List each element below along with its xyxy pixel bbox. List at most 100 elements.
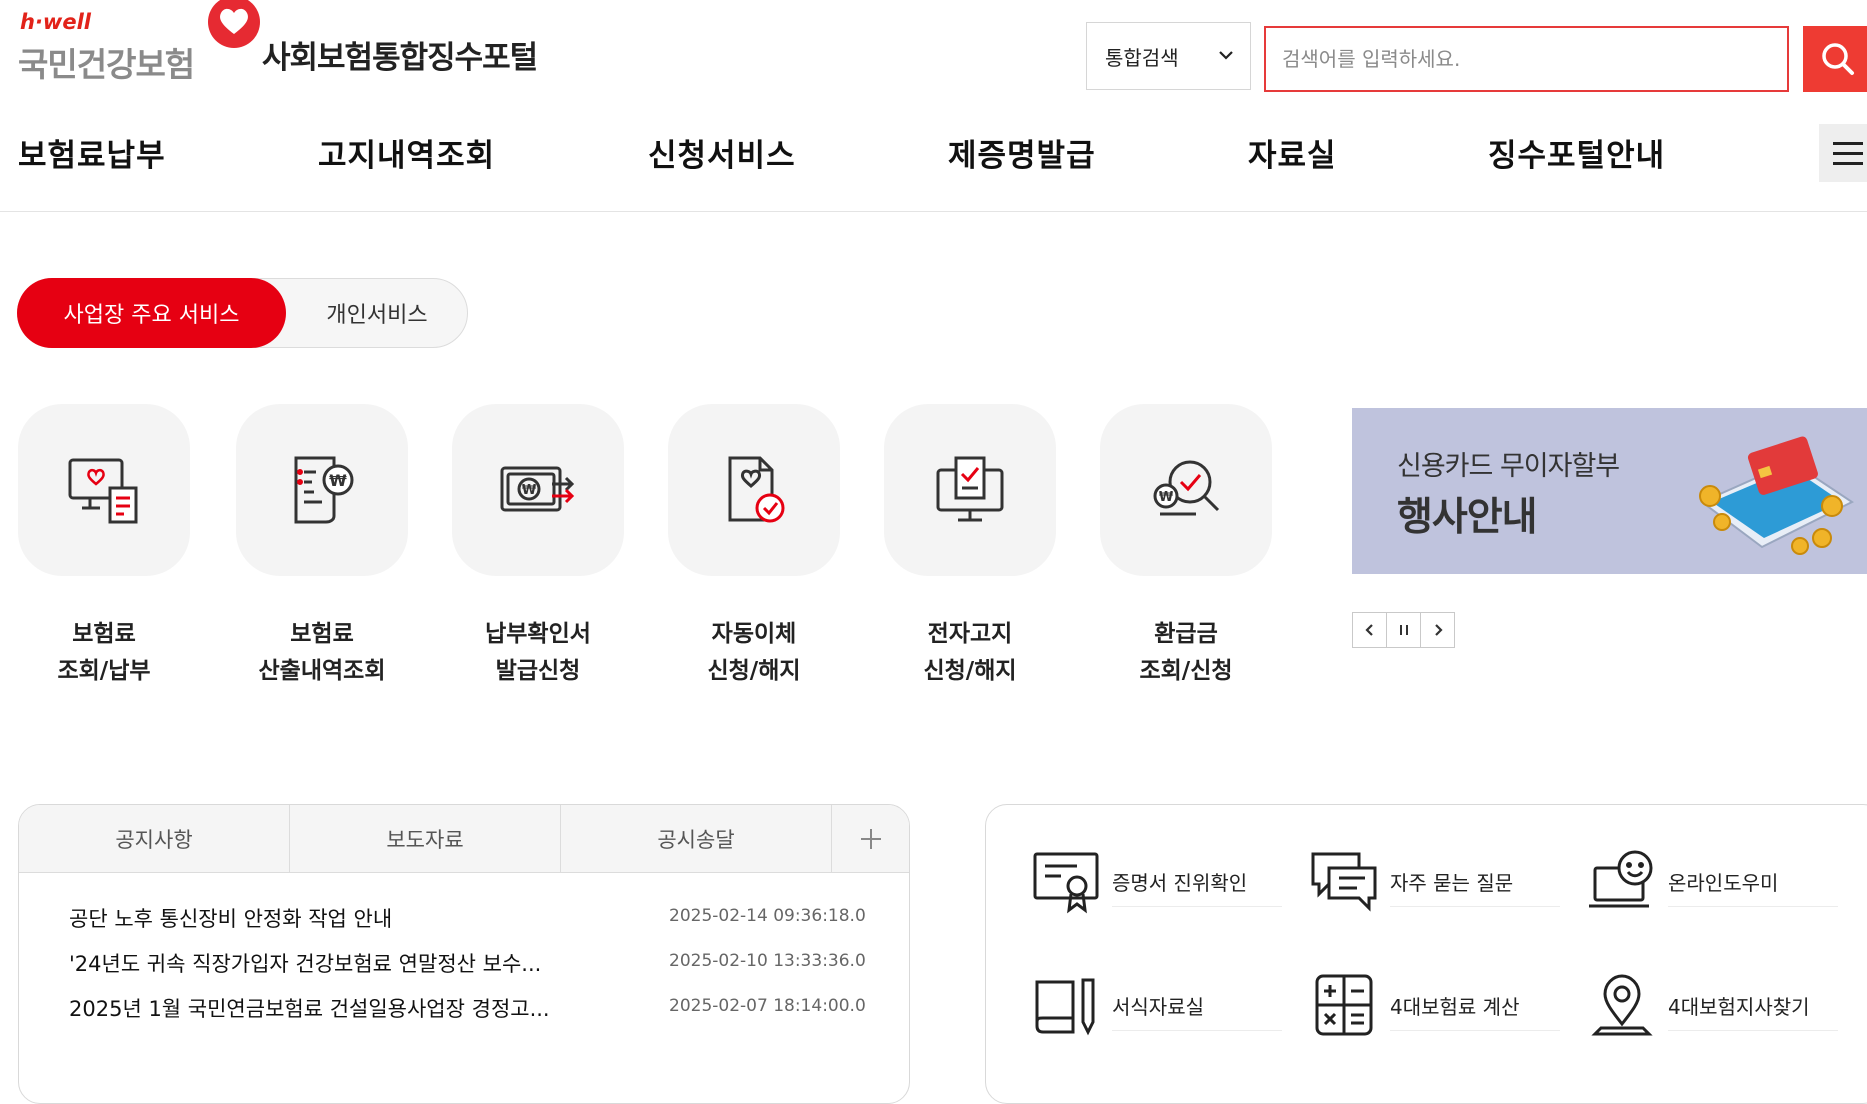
- quick-link-label: 자주 묻는 질문: [1390, 867, 1560, 907]
- quick-link-label: 증명서 진위확인: [1112, 867, 1282, 907]
- search-icon: [1822, 43, 1854, 75]
- notice-title: '24년도 귀속 직장가입자 건강보험료 연말정산 보수...: [69, 952, 542, 976]
- header: h·well 국민건강보험 사회보험통합징수포털 통합검색: [0, 0, 1867, 100]
- banner-subtitle: 신용카드 무이자할부: [1397, 451, 1620, 482]
- quick-link-certificate-verify[interactable]: 증명서 진위확인: [1030, 845, 1282, 917]
- service-refund[interactable]: ₩ 환급금 조회/신청: [1100, 404, 1272, 690]
- service-label-line2: 발급신청: [495, 658, 581, 684]
- notice-item[interactable]: '24년도 귀속 직장가입자 건강보험료 연말정산 보수... 2025-02-…: [19, 940, 909, 985]
- payment-transfer-icon: ₩: [500, 466, 575, 512]
- nav-item-premium-payment[interactable]: 보험료납부: [18, 130, 166, 175]
- service-label-line1: 자동이체: [711, 621, 797, 647]
- logo-text: 국민건강보험: [18, 45, 195, 84]
- service-label: 보험료 조회/납부: [18, 616, 190, 690]
- quick-link-forms-archive[interactable]: 서식자료실: [1030, 969, 1282, 1041]
- board-more-button[interactable]: [832, 805, 909, 872]
- service-label: 자동이체 신청/해지: [668, 616, 840, 690]
- hamburger-icon-line: [1833, 151, 1863, 155]
- service-icon-box: [884, 404, 1056, 576]
- service-label-line1: 납부확인서: [485, 621, 591, 647]
- svg-text:₩: ₩: [1159, 490, 1174, 505]
- search-scope-select[interactable]: 통합검색: [1086, 22, 1251, 90]
- main-navigation: 보험료납부 고지내역조회 신청서비스 제증명발급 자료실 징수포털안내: [0, 100, 1867, 212]
- quick-link-label: 온라인도우미: [1668, 867, 1838, 907]
- svg-text:₩: ₩: [522, 483, 537, 498]
- service-premium-inquiry-payment[interactable]: 보험료 조회/납부: [18, 404, 190, 690]
- quick-link-faq[interactable]: 자주 묻는 질문: [1308, 845, 1560, 917]
- service-label-line1: 보험료: [290, 621, 354, 647]
- notice-date: 2025-02-14 09:36:18.0: [669, 906, 866, 926]
- nav-item-certificate-issue[interactable]: 제증명발급: [948, 130, 1096, 175]
- heart-logo-icon: [208, 0, 260, 48]
- service-label-line2: 산출내역조회: [258, 658, 386, 684]
- quick-link-premium-calculator[interactable]: 4대보험료 계산: [1308, 969, 1560, 1041]
- plus-icon: [860, 828, 881, 849]
- tab-notices[interactable]: 공지사항: [19, 805, 290, 872]
- service-tabs: 사업장 주요 서비스 개인서비스: [17, 278, 468, 348]
- banner-pause-button[interactable]: [1386, 612, 1421, 648]
- document-check-icon: [728, 456, 785, 523]
- calculator-icon: [1315, 974, 1373, 1036]
- quick-link-branch-finder[interactable]: 4대보험지사찾기: [1586, 969, 1838, 1041]
- board-tabs: 공지사항 보도자료 공시송달: [19, 805, 909, 873]
- notice-board: 공지사항 보도자료 공시송달 공단 노후 통신장비 안정화 작업 안내 2025…: [18, 804, 910, 1104]
- book-pen-icon: [1035, 978, 1095, 1036]
- service-label-line2: 신청/해지: [923, 658, 1017, 684]
- svg-text:₩: ₩: [329, 471, 347, 490]
- service-label: 보험료 산출내역조회: [236, 616, 408, 690]
- tab-personal-services[interactable]: 개인서비스: [286, 279, 468, 347]
- service-label: 환급금 조회/신청: [1100, 616, 1272, 690]
- service-icon-box: ₩: [236, 404, 408, 576]
- service-icon-box: [668, 404, 840, 576]
- portal-title: 사회보험통합징수포털: [262, 40, 538, 76]
- service-premium-calculation[interactable]: ₩ 보험료 산출내역조회: [236, 404, 408, 690]
- tab-public-notices[interactable]: 공시송달: [561, 805, 832, 872]
- banner-prev-button[interactable]: [1352, 612, 1387, 648]
- hamburger-icon-line: [1833, 141, 1863, 145]
- tab-business-services[interactable]: 사업장 주요 서비스: [17, 278, 286, 348]
- banner-next-button[interactable]: [1420, 612, 1455, 648]
- notice-item[interactable]: 2025년 1월 국민연금보험료 건설일용사업장 경정고... 2025-02-…: [19, 985, 909, 1030]
- nav-item-application-service[interactable]: 신청서비스: [648, 130, 796, 175]
- quick-link-label: 4대보험지사찾기: [1668, 991, 1838, 1031]
- service-icon-box: [18, 404, 190, 576]
- promo-banner[interactable]: 신용카드 무이자할부 행사안내: [1352, 408, 1867, 574]
- hamburger-icon-line: [1833, 161, 1863, 165]
- document-calculation-icon: ₩: [294, 456, 354, 524]
- chevron-left-icon: [1364, 624, 1373, 636]
- nav-item-notice-inquiry[interactable]: 고지내역조회: [318, 130, 495, 175]
- service-e-notice[interactable]: 전자고지 신청/해지: [884, 404, 1056, 690]
- chat-bubble-icon: [1311, 852, 1377, 912]
- service-payment-confirmation[interactable]: ₩ 납부확인서 발급신청: [452, 404, 624, 690]
- tab-press-releases[interactable]: 보도자료: [290, 805, 561, 872]
- pause-icon: [1399, 625, 1408, 635]
- credit-card-phone-illustration: [1699, 436, 1854, 555]
- computer-check-icon: [936, 456, 1004, 522]
- quick-link-online-helper[interactable]: 온라인도우미: [1586, 845, 1838, 917]
- search-button[interactable]: [1803, 26, 1867, 92]
- service-icon-box: ₩: [452, 404, 624, 576]
- service-label-line2: 조회/납부: [57, 658, 151, 684]
- service-label-line1: 전자고지: [927, 621, 1013, 647]
- nhis-logo[interactable]: h·well 국민건강보험: [18, 0, 260, 84]
- quick-link-label: 4대보험료 계산: [1390, 991, 1560, 1031]
- service-label: 납부확인서 발급신청: [452, 616, 624, 690]
- notice-date: 2025-02-10 13:33:36.0: [669, 951, 866, 971]
- service-label-line1: 환급금: [1154, 621, 1218, 647]
- notice-list: 공단 노후 통신장비 안정화 작업 안내 2025-02-14 09:36:18…: [19, 873, 909, 1030]
- notice-date: 2025-02-07 18:14:00.0: [669, 996, 866, 1016]
- quick-link-label: 서식자료실: [1112, 991, 1282, 1031]
- logo-tagline: h·well: [20, 10, 91, 34]
- online-helper-icon: [1589, 850, 1653, 908]
- service-auto-transfer[interactable]: 자동이체 신청/해지: [668, 404, 840, 690]
- notice-item[interactable]: 공단 노후 통신장비 안정화 작업 안내 2025-02-14 09:36:18…: [19, 895, 909, 940]
- service-label-line2: 조회/신청: [1139, 658, 1233, 684]
- nav-item-portal-guide[interactable]: 징수포털안내: [1488, 130, 1665, 175]
- refund-search-icon: ₩: [1153, 460, 1220, 516]
- nav-item-archive[interactable]: 자료실: [1248, 130, 1337, 175]
- chevron-down-icon: [1219, 51, 1233, 60]
- quick-links-panel: 증명서 진위확인 자주 묻는 질문 온라인도우미 서식자료실 4대보험료 계산 …: [985, 804, 1867, 1104]
- search-scope-value: 통합검색: [1105, 45, 1179, 70]
- all-menu-button[interactable]: [1819, 124, 1867, 182]
- search-input[interactable]: [1264, 26, 1789, 92]
